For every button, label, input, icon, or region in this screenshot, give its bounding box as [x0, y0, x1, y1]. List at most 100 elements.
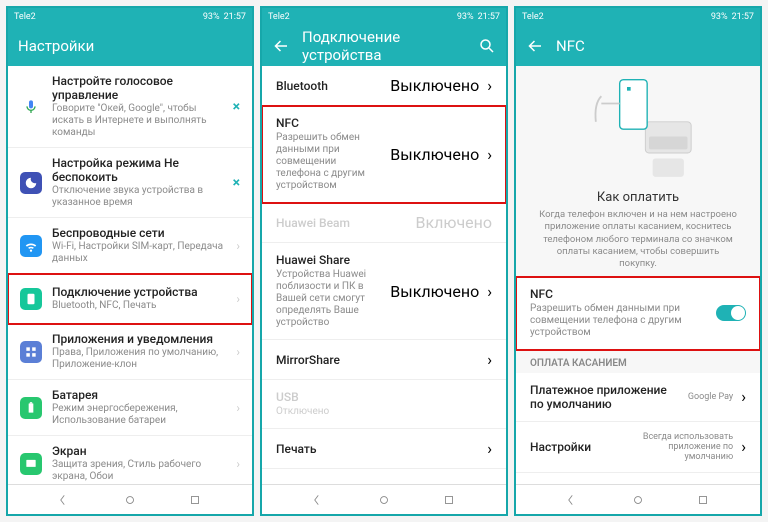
nav-home-icon[interactable] [377, 493, 391, 507]
item-title: MirrorShare [276, 353, 479, 367]
back-icon[interactable] [272, 37, 290, 55]
item-subtitle: Wi-Fi, Настройки SIM-карт, Передача данн… [52, 241, 226, 265]
dismiss-icon[interactable]: × [229, 175, 240, 191]
settings-item-5[interactable]: БатареяРежим энергосбережения, Использов… [8, 380, 252, 436]
dismiss-icon[interactable]: × [229, 99, 240, 115]
chevron-right-icon: › [741, 437, 746, 456]
item-title: Батарея [52, 388, 226, 402]
nfc-settings-title: Настройки [530, 440, 615, 454]
status-bar: Tele2 93%21:57 [262, 8, 506, 26]
item-subtitle: Права, Приложения по умолчанию, Приложен… [52, 347, 226, 371]
conn-item-6[interactable]: Печать› [262, 429, 506, 469]
item-title: Экран [52, 444, 226, 458]
item-subtitle: Разрешить обмен данными при совмещении т… [276, 132, 382, 192]
chevron-right-icon: › [487, 145, 492, 164]
nav-recent-icon[interactable] [442, 493, 456, 507]
item-subtitle: Устройства Huawei поблизости и ПК в Ваше… [276, 269, 382, 329]
item-subtitle: Защита зрения, Стиль рабочего экрана, Об… [52, 459, 226, 483]
conn-item-0[interactable]: BluetoothВыключено› [262, 66, 506, 106]
time-label: 21:57 [478, 12, 500, 22]
item-subtitle: Режим энергосбережения, Использование ба… [52, 403, 226, 427]
app-bar: NFC [516, 26, 760, 66]
nav-bar [516, 484, 760, 514]
nfc-toggle-title: NFC [530, 287, 708, 301]
chevron-right-icon: › [236, 239, 240, 253]
nav-back-icon[interactable] [567, 493, 581, 507]
time-label: 21:57 [224, 12, 246, 22]
conn-item-3[interactable]: Huawei Share Устройства Huawei поблизости… [262, 243, 506, 340]
battery-label: 93% [203, 12, 220, 22]
app-bar: Подключение устройства [262, 26, 506, 66]
page-title: NFC [556, 37, 750, 55]
time-label: 21:57 [732, 12, 754, 22]
chevron-right-icon: › [487, 350, 492, 369]
settings-list: Настройте голосовое управлениеГоворите "… [8, 66, 252, 484]
nav-home-icon[interactable] [123, 493, 137, 507]
status-bar: Tele2 93% 21:57 [8, 8, 252, 26]
connection-list: BluetoothВыключено›NFCРазрешить обмен да… [262, 66, 506, 484]
nav-recent-icon[interactable] [696, 493, 710, 507]
chevron-right-icon: › [236, 292, 240, 306]
chevron-right-icon: › [236, 401, 240, 415]
chevron-right-icon: › [487, 439, 492, 458]
item-value: Включено [416, 213, 492, 232]
item-value: Выключено [390, 282, 479, 301]
settings-item-1[interactable]: Настройка режима Не беспокоитьОтключение… [8, 148, 252, 218]
item-title: Беспроводные сети [52, 226, 226, 240]
settings-item-6[interactable]: ЭкранЗащита зрения, Стиль рабочего экран… [8, 436, 252, 484]
device-icon [20, 288, 42, 310]
mic-icon [20, 96, 42, 118]
item-subtitle: Отключение звука устройства в указанное … [52, 185, 219, 209]
page-title: Подключение устройства [302, 28, 466, 64]
battery-label: 93% [457, 12, 474, 22]
settings-item-3[interactable]: Подключение устройстваBluetooth, NFC, Пе… [8, 274, 252, 324]
item-title: USB [276, 390, 492, 404]
item-title: Настройка режима Не беспокоить [52, 156, 219, 184]
conn-item-2: Huawei Beam Включено [262, 203, 506, 243]
item-value: Выключено [390, 76, 479, 95]
settings-item-4[interactable]: Приложения и уведомленияПрава, Приложени… [8, 324, 252, 380]
default-pay-app-row[interactable]: Платежное приложение по умолчанию Google… [516, 373, 760, 422]
phone-settings: Tele2 93% 21:57 Настройки Настройте голос… [6, 6, 254, 516]
settings-item-2[interactable]: Беспроводные сетиWi-Fi, Настройки SIM-ка… [8, 218, 252, 274]
conn-item-1[interactable]: NFCРазрешить обмен данными при совмещени… [262, 106, 506, 203]
nav-home-icon[interactable] [631, 493, 645, 507]
nfc-toggle-row[interactable]: NFC Разрешить обмен данными при совмещен… [516, 277, 760, 350]
apps-icon [20, 341, 42, 363]
howto-title: Как оплатить [597, 190, 679, 205]
nav-recent-icon[interactable] [188, 493, 202, 507]
conn-item-4[interactable]: MirrorShare › [262, 340, 506, 380]
back-icon[interactable] [526, 37, 544, 55]
section-tap-pay: ОПЛАТА КАСАНИЕМ [516, 350, 760, 373]
pay-app-value: Google Pay [688, 392, 733, 402]
battery-icon [20, 397, 42, 419]
wifi-icon [20, 235, 42, 257]
app-bar: Настройки [8, 26, 252, 66]
nfc-settings-value: Всегда использовать приложение по умолча… [623, 432, 733, 462]
nfc-settings-row[interactable]: Настройки Всегда использовать приложение… [516, 422, 760, 473]
item-value: Выключено [390, 145, 479, 164]
chevron-right-icon: › [236, 457, 240, 471]
search-icon[interactable] [478, 37, 496, 55]
item-subtitle: Отключено [276, 406, 492, 418]
carrier-label: Tele2 [522, 12, 544, 22]
tap-to-pay-icon [573, 76, 703, 186]
settings-item-0[interactable]: Настройте голосовое управлениеГоворите "… [8, 66, 252, 148]
nfc-content: Как оплатить Когда телефон включен и на … [516, 66, 760, 484]
moon-icon [20, 172, 42, 194]
howto-subtitle: Когда телефон включен и на нем настроено… [532, 209, 744, 271]
item-title: Huawei Share [276, 253, 382, 267]
item-subtitle: Bluetooth, NFC, Печать [52, 300, 226, 312]
nfc-toggle-switch[interactable] [716, 305, 746, 321]
chevron-right-icon: › [236, 345, 240, 359]
carrier-label: Tele2 [14, 12, 36, 22]
nav-back-icon[interactable] [313, 493, 327, 507]
pay-app-title: Платежное приложение по умолчанию [530, 383, 680, 411]
item-title: Huawei Beam [276, 216, 408, 230]
howto-illustration: Как оплатить Когда телефон включен и на … [516, 66, 760, 277]
chevron-right-icon: › [487, 76, 492, 95]
nav-back-icon[interactable] [59, 493, 73, 507]
item-title: Подключение устройства [52, 285, 226, 299]
nav-bar [262, 484, 506, 514]
conn-item-5: USB Отключено [262, 380, 506, 429]
